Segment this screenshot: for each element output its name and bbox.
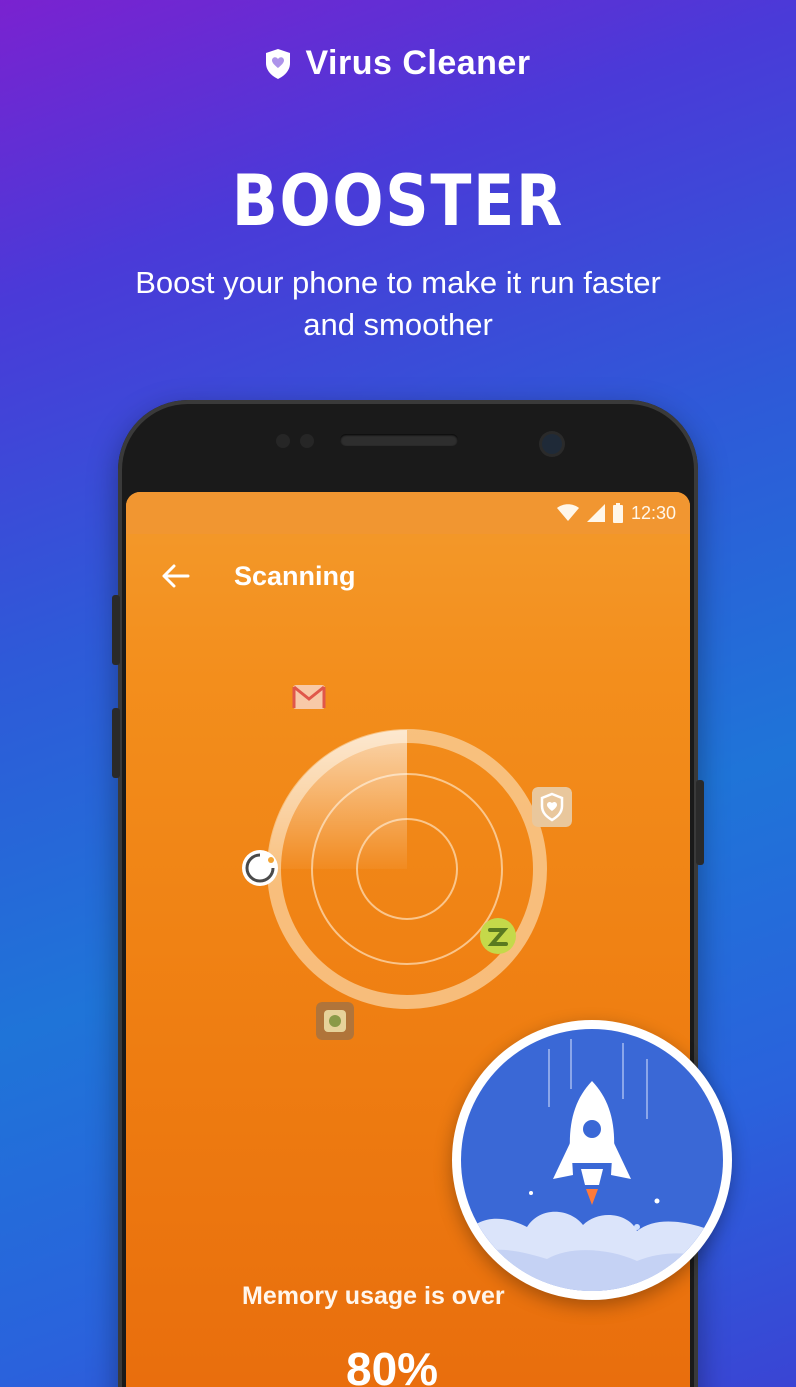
memory-usage-label: Memory usage is over bbox=[242, 1282, 505, 1310]
rocket-icon bbox=[553, 1081, 631, 1205]
sparkle bbox=[529, 1191, 533, 1195]
screen-title: Scanning bbox=[234, 560, 356, 591]
front-camera bbox=[542, 434, 562, 454]
shield-icon bbox=[266, 48, 291, 79]
app-bar: Scanning bbox=[126, 544, 690, 608]
gallery-app-icon bbox=[316, 1002, 354, 1040]
battery-icon bbox=[612, 503, 623, 523]
back-arrow-icon[interactable] bbox=[146, 551, 206, 601]
shield-app-icon bbox=[532, 787, 572, 827]
light-sensor bbox=[300, 434, 314, 448]
brand-header: Virus Cleaner bbox=[0, 44, 796, 83]
rocket-scene bbox=[461, 1039, 723, 1291]
status-bar: 12:30 bbox=[126, 492, 690, 534]
power-button bbox=[696, 780, 704, 865]
volume-down-button bbox=[112, 708, 120, 778]
memory-usage-value: 80% bbox=[346, 1343, 439, 1387]
circle-app-icon bbox=[242, 850, 278, 886]
rocket-badge-inner bbox=[461, 1029, 723, 1291]
rocket-badge bbox=[452, 1020, 732, 1300]
earpiece-speaker bbox=[340, 434, 458, 446]
volume-up-button bbox=[112, 595, 120, 665]
signal-icon bbox=[586, 504, 605, 522]
status-time: 12:30 bbox=[630, 502, 676, 523]
sparkle bbox=[654, 1198, 660, 1204]
wifi-icon bbox=[556, 504, 579, 521]
green-app-icon bbox=[480, 918, 516, 954]
radar-sweep bbox=[268, 730, 407, 869]
page-title: BOOSTER bbox=[231, 160, 565, 242]
radar-scanner bbox=[267, 729, 547, 1009]
brand-name: Virus Cleaner bbox=[305, 44, 531, 82]
mail-icon bbox=[292, 685, 326, 709]
page-subtitle: Boost your phone to make it run faster a… bbox=[135, 265, 661, 342]
proximity-sensor bbox=[276, 434, 290, 448]
